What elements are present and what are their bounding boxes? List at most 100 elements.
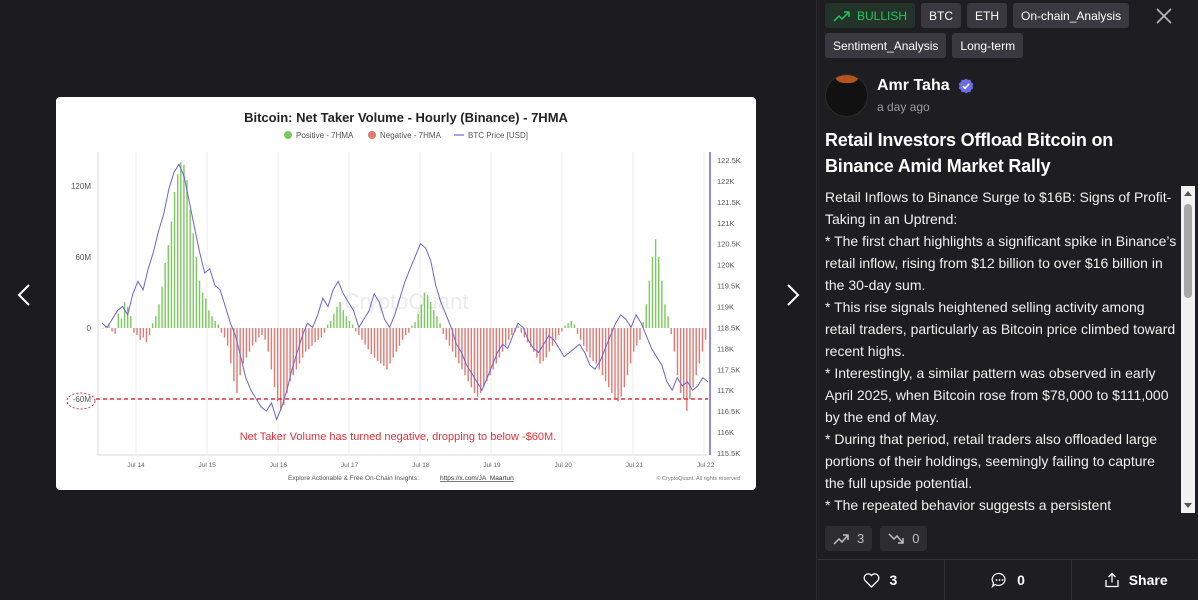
- volume-bar: [414, 322, 416, 328]
- volume-bar: [273, 328, 276, 388]
- volume-bar: [336, 306, 338, 328]
- volume-bar: [420, 304, 423, 328]
- volume-bar: [386, 328, 388, 370]
- next-image-button[interactable]: [777, 280, 807, 310]
- volume-bar: [155, 316, 157, 328]
- right-tick-label: 117K: [717, 386, 734, 395]
- volume-bar: [126, 306, 129, 328]
- volume-bar: [558, 328, 560, 336]
- tag-label: Long-term: [960, 38, 1016, 53]
- volume-bar: [401, 328, 404, 340]
- share-label: Share: [1128, 572, 1168, 588]
- volume-bar: [261, 328, 263, 336]
- tag-sentiment-analysis[interactable]: Sentiment_Analysis: [825, 33, 947, 58]
- volume-bar: [195, 257, 198, 328]
- right-tick-label: 117.5K: [717, 365, 740, 374]
- volume-bar: [320, 328, 323, 338]
- volume-bar: [458, 328, 460, 364]
- share-button[interactable]: Share: [1072, 560, 1198, 600]
- volume-bar: [380, 328, 382, 364]
- volume-bar: [383, 328, 385, 366]
- volume-bar: [586, 328, 588, 352]
- tag-bullish[interactable]: BULLISH: [825, 3, 916, 28]
- volume-bar: [495, 328, 497, 364]
- volume-bar: [617, 328, 619, 402]
- volume-bar: [633, 328, 635, 352]
- author-block[interactable]: Amr Taha a day ago: [825, 73, 974, 117]
- right-tick-label: 116.5K: [717, 407, 740, 416]
- tag-btc[interactable]: BTC: [921, 3, 962, 28]
- legend-item: BTC Price [USD]: [454, 131, 528, 140]
- scrollbar-thumb[interactable]: [1184, 204, 1192, 298]
- x-tick-label: Jul 15: [199, 462, 217, 469]
- legend-label: BTC Price [USD]: [468, 131, 528, 140]
- volume-bar: [142, 328, 145, 338]
- volume-bar: [661, 280, 663, 328]
- footer-link[interactable]: https://x.com/JA_Maartun: [440, 475, 514, 482]
- post-body-scrollbar[interactable]: [1181, 186, 1195, 513]
- volume-bar: [286, 328, 288, 394]
- volume-bar: [201, 292, 204, 328]
- chevron-right-icon: [787, 284, 800, 306]
- volume-bar: [701, 328, 704, 352]
- upvote-button[interactable]: 3: [825, 526, 873, 551]
- x-tick-label: Jul 17: [341, 462, 359, 469]
- tag-long-term[interactable]: Long-term: [952, 33, 1024, 58]
- volume-bar: [570, 320, 572, 328]
- volume-bar: [508, 328, 510, 340]
- volume-bar: [592, 328, 594, 362]
- right-tick-label: 120K: [717, 261, 735, 270]
- volume-bar: [258, 328, 260, 338]
- left-tick-label: -60M: [73, 395, 92, 404]
- x-tick-label: Jul 21: [626, 462, 644, 469]
- volume-bar: [233, 328, 235, 382]
- volume-bar: [111, 328, 113, 332]
- volume-bar: [623, 328, 626, 388]
- legend-item: Positive - 7HMA: [284, 131, 354, 140]
- volume-bar: [411, 325, 413, 328]
- volume-bar: [173, 191, 176, 328]
- tag-eth[interactable]: ETH: [967, 3, 1008, 28]
- author-name[interactable]: Amr Taha: [877, 77, 950, 95]
- trending-up-icon: [833, 10, 850, 22]
- chart-title: Bitcoin: Net Taker Volume - Hourly (Bina…: [244, 110, 568, 125]
- volume-bar: [620, 328, 622, 397]
- volume-bar: [248, 328, 251, 352]
- volume-bar: [479, 328, 482, 394]
- scroll-up-arrow-icon[interactable]: [1184, 191, 1192, 196]
- chart-annotation: Net Taker Volume has turned negative, dr…: [240, 431, 557, 443]
- volume-bar: [589, 328, 591, 358]
- tag-on-chain-analysis[interactable]: On-chain_Analysis: [1013, 3, 1130, 28]
- left-tick-label: 120M: [71, 182, 91, 191]
- left-tick-label: 0: [87, 324, 92, 333]
- footer-insights-text: Explore Actionable & Free On-Chain Insig…: [288, 475, 419, 482]
- volume-bar: [330, 320, 332, 328]
- volume-bar: [186, 180, 188, 328]
- volume-bar: [223, 328, 226, 338]
- volume-bar: [548, 328, 551, 352]
- volume-bar: [161, 286, 163, 328]
- volume-bar: [683, 328, 685, 399]
- volume-bar: [567, 323, 569, 328]
- volume-bar: [486, 328, 488, 382]
- avatar[interactable]: [825, 73, 868, 117]
- volume-bar: [267, 328, 269, 352]
- volume-bar: [551, 328, 554, 346]
- close-icon[interactable]: [1153, 5, 1175, 27]
- tag-list: BULLISH BTC ETH On-chain_Analysis Sentiment_…: [825, 3, 1165, 58]
- scroll-down-arrow-icon[interactable]: [1184, 503, 1192, 508]
- previous-image-button[interactable]: [10, 280, 40, 310]
- volume-bar: [176, 174, 179, 328]
- like-button[interactable]: 3: [817, 560, 945, 600]
- volume-bar: [317, 328, 319, 340]
- downvote-button[interactable]: 0: [880, 526, 928, 551]
- volume-bar: [417, 313, 419, 328]
- post-paragraph: * During that period, retail traders als…: [825, 431, 1158, 491]
- volume-bar: [264, 328, 266, 340]
- volume-bar: [136, 328, 138, 336]
- comment-button[interactable]: 0: [945, 560, 1073, 600]
- net-taker-volume-chart: Bitcoin: Net Taker Volume - Hourly (Bina…: [66, 110, 741, 482]
- x-tick-label: Jul 14: [127, 462, 145, 469]
- x-tick-label: Jul 19: [483, 462, 501, 469]
- image-viewer: Bitcoin: Net Taker Volume - Hourly (Bina…: [0, 0, 816, 600]
